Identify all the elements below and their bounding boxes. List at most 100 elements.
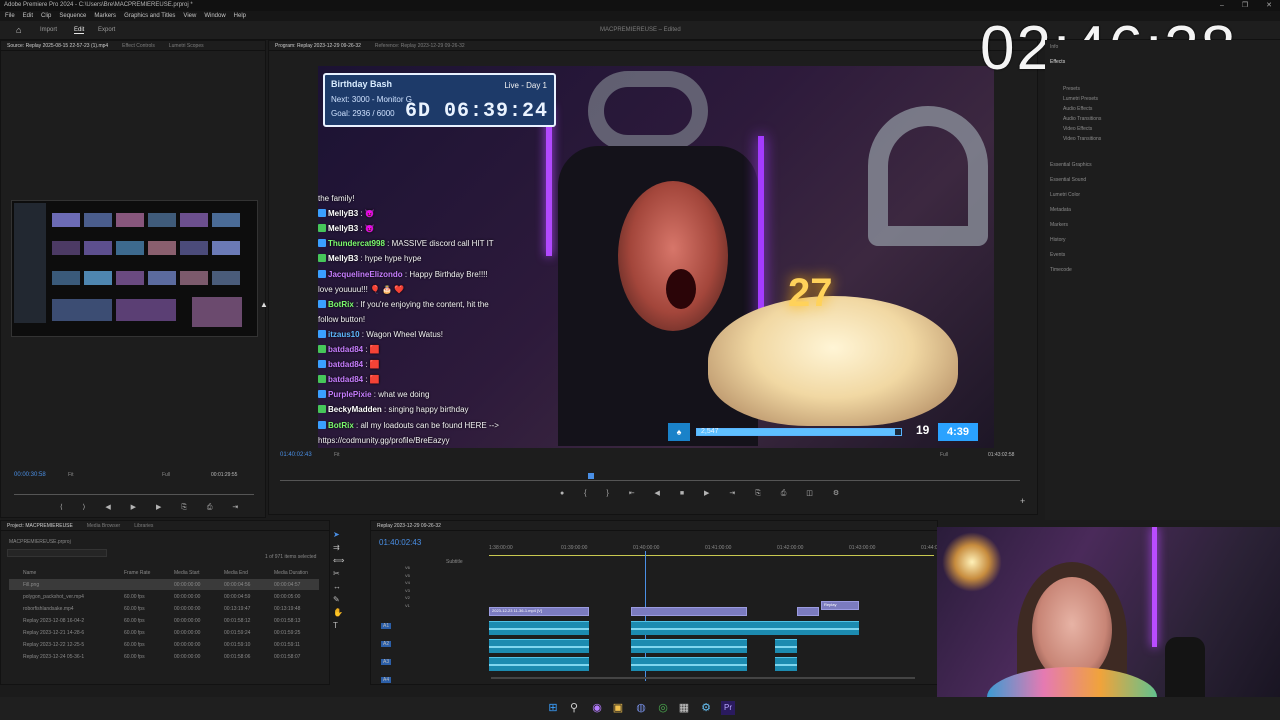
menu-graphics[interactable]: Graphics and Titles bbox=[124, 11, 175, 21]
explorer-icon[interactable]: ▣ bbox=[611, 701, 625, 715]
playhead-marker[interactable] bbox=[588, 473, 594, 479]
menu-view[interactable]: View bbox=[183, 11, 196, 21]
pen-icon[interactable]: ✎ bbox=[333, 593, 353, 606]
video-track-label[interactable]: V2 bbox=[405, 595, 410, 600]
video-track-label[interactable]: V3 bbox=[405, 588, 410, 593]
tab-source[interactable]: Source: Replay 2025-08-15 22-57-23 (1).m… bbox=[7, 41, 108, 50]
panel-events[interactable]: Events bbox=[1050, 252, 1065, 258]
source-quality-select[interactable]: Full bbox=[162, 472, 170, 478]
tab-info[interactable]: Info bbox=[1050, 44, 1058, 50]
discord-icon[interactable]: ◍ bbox=[634, 701, 648, 715]
panel-timecode[interactable]: Timecode bbox=[1050, 267, 1072, 273]
col-frame-rate[interactable]: Frame Rate bbox=[124, 570, 150, 576]
chrome-icon[interactable]: ◎ bbox=[656, 701, 670, 715]
maximize-button[interactable]: ❐ bbox=[1242, 0, 1248, 11]
audio-clip[interactable] bbox=[489, 639, 589, 653]
effects-category[interactable]: Audio Effects bbox=[1063, 106, 1092, 112]
video-track-label[interactable]: V6 bbox=[405, 565, 410, 570]
effects-category[interactable]: Presets bbox=[1063, 86, 1080, 92]
premiere-icon[interactable]: Pr bbox=[721, 701, 735, 715]
tab-export[interactable]: Export bbox=[98, 27, 115, 33]
tab-import[interactable]: Import bbox=[40, 27, 57, 33]
source-transport-controls[interactable]: ⟨ ⟩ ◀ ▶ ▶ ⎘ ⎙ ⇥ bbox=[60, 503, 247, 512]
minimize-button[interactable]: – bbox=[1220, 0, 1224, 11]
timeline-scrollbar[interactable] bbox=[491, 677, 915, 679]
razor-icon[interactable]: ✂ bbox=[333, 567, 353, 580]
tab-sequence[interactable]: Replay 2023-12-29 09-26-32 bbox=[377, 521, 441, 530]
add-button[interactable]: + bbox=[1020, 496, 1025, 506]
audio-track-label[interactable]: A3 bbox=[381, 659, 392, 665]
video-track-label[interactable]: V5 bbox=[405, 573, 410, 578]
program-quality-select[interactable]: Full bbox=[940, 452, 948, 458]
effects-category[interactable]: Audio Transitions bbox=[1063, 116, 1101, 122]
program-transport-controls[interactable]: ● { } ⇤ ◀ ■ ▶ ⇥ ⎘ ⎙ ◫ ⚙ bbox=[560, 489, 848, 498]
slip-icon[interactable]: ↔ bbox=[333, 580, 353, 593]
tab-project[interactable]: Project: MACPREMIEREUSE bbox=[7, 521, 73, 530]
project-row[interactable]: Replay 2023-12-21 14-28-6 60.00 fps 00:00:… bbox=[9, 627, 319, 638]
windows-icon[interactable]: ⊞ bbox=[546, 701, 560, 715]
copilot-icon[interactable]: ◉ bbox=[590, 701, 604, 715]
menu-file[interactable]: File bbox=[5, 11, 15, 21]
audio-clip[interactable] bbox=[631, 639, 747, 653]
video-clip[interactable] bbox=[631, 607, 747, 616]
effects-category[interactable]: Lumetri Presets bbox=[1063, 96, 1098, 102]
audio-clip[interactable] bbox=[747, 621, 859, 635]
col-name[interactable]: Name bbox=[23, 570, 36, 576]
menu-clip[interactable]: Clip bbox=[41, 11, 51, 21]
timeline-timecode[interactable]: 01:40:02:43 bbox=[379, 538, 421, 547]
audio-clip[interactable] bbox=[489, 621, 589, 635]
panel-history[interactable]: History bbox=[1050, 237, 1066, 243]
audio-clip[interactable] bbox=[631, 657, 747, 671]
program-scrubber[interactable] bbox=[280, 480, 1020, 481]
tab-lumetri-scopes[interactable]: Lumetri Scopes bbox=[169, 41, 204, 50]
ripple-edit-icon[interactable]: ⟺ bbox=[333, 554, 353, 567]
tab-reference[interactable]: Reference: Replay 2023-12-29 09-26-32 bbox=[375, 41, 465, 50]
type-icon[interactable]: T bbox=[333, 619, 353, 632]
project-search-input[interactable] bbox=[7, 549, 107, 557]
steam-icon[interactable]: ⚙ bbox=[699, 701, 713, 715]
source-scrubber[interactable] bbox=[14, 494, 254, 495]
mic-icon[interactable]: ▦ bbox=[677, 701, 691, 715]
tab-effects[interactable]: Effects bbox=[1050, 59, 1065, 65]
project-row[interactable]: roborfishlandsake.mp4 60.00 fps 00:00:00:0… bbox=[9, 603, 319, 614]
video-clip[interactable] bbox=[797, 607, 819, 616]
project-row[interactable]: Replay 2023-12-24 05-36-1 60.00 fps 00:00:… bbox=[9, 651, 319, 662]
menu-edit[interactable]: Edit bbox=[23, 11, 33, 21]
track-select-icon[interactable]: ⇉ bbox=[333, 541, 353, 554]
tab-media-browser[interactable]: Media Browser bbox=[87, 521, 120, 530]
effects-category[interactable]: Video Effects bbox=[1063, 126, 1092, 132]
home-icon[interactable]: ⌂ bbox=[16, 26, 24, 35]
program-timecode[interactable]: 01:40:02:43 bbox=[280, 452, 312, 458]
panel-essential-sound[interactable]: Essential Sound bbox=[1050, 177, 1086, 183]
audio-track-label[interactable]: A1 bbox=[381, 623, 392, 629]
col-media-duration[interactable]: Media Duration bbox=[274, 570, 308, 576]
tab-effect-controls[interactable]: Effect Controls bbox=[122, 41, 155, 50]
project-row[interactable]: Replay 2023-12-08 16-04-2 60.00 fps 00:00:… bbox=[9, 615, 319, 626]
tab-libraries[interactable]: Libraries bbox=[134, 521, 153, 530]
panel-lumetri-color[interactable]: Lumetri Color bbox=[1050, 192, 1080, 198]
col-media-end[interactable]: Media End bbox=[224, 570, 248, 576]
effects-category[interactable]: Video Transitions bbox=[1063, 136, 1101, 142]
close-button[interactable]: ✕ bbox=[1266, 0, 1272, 11]
audio-clip[interactable] bbox=[489, 657, 589, 671]
panel-metadata[interactable]: Metadata bbox=[1050, 207, 1071, 213]
menu-help[interactable]: Help bbox=[234, 11, 246, 21]
source-fit-select[interactable]: Fit bbox=[68, 472, 74, 478]
video-track-label[interactable]: V4 bbox=[405, 580, 410, 585]
audio-clip[interactable] bbox=[775, 639, 797, 653]
project-row[interactable]: polygon_packshot_ver.mp4 60.00 fps 00:00:0… bbox=[9, 591, 319, 602]
project-row[interactable]: Fill.png 00:00:00:00 00:00:04:56 00:00:04:5… bbox=[9, 579, 319, 590]
audio-clip[interactable] bbox=[775, 657, 797, 671]
selection-tool-icon[interactable]: ➤ bbox=[333, 528, 353, 541]
program-fit-select[interactable]: Fit bbox=[334, 452, 340, 458]
video-track-label[interactable]: V1 bbox=[405, 603, 410, 608]
video-clip[interactable]: 2023-12-23 11-36-1.mp4 [V] bbox=[489, 607, 589, 616]
menu-markers[interactable]: Markers bbox=[94, 11, 116, 21]
tab-program[interactable]: Program: Replay 2023-12-29 09-26-32 bbox=[275, 41, 361, 50]
audio-clip[interactable] bbox=[631, 621, 747, 635]
panel-essential-graphics[interactable]: Essential Graphics bbox=[1050, 162, 1092, 168]
menu-sequence[interactable]: Sequence bbox=[59, 11, 86, 21]
hand-icon[interactable]: ✋ bbox=[333, 606, 353, 619]
project-row[interactable]: Replay 2023-12-22 12-25-5 60.00 fps 00:00:… bbox=[9, 639, 319, 650]
col-media-start[interactable]: Media Start bbox=[174, 570, 200, 576]
